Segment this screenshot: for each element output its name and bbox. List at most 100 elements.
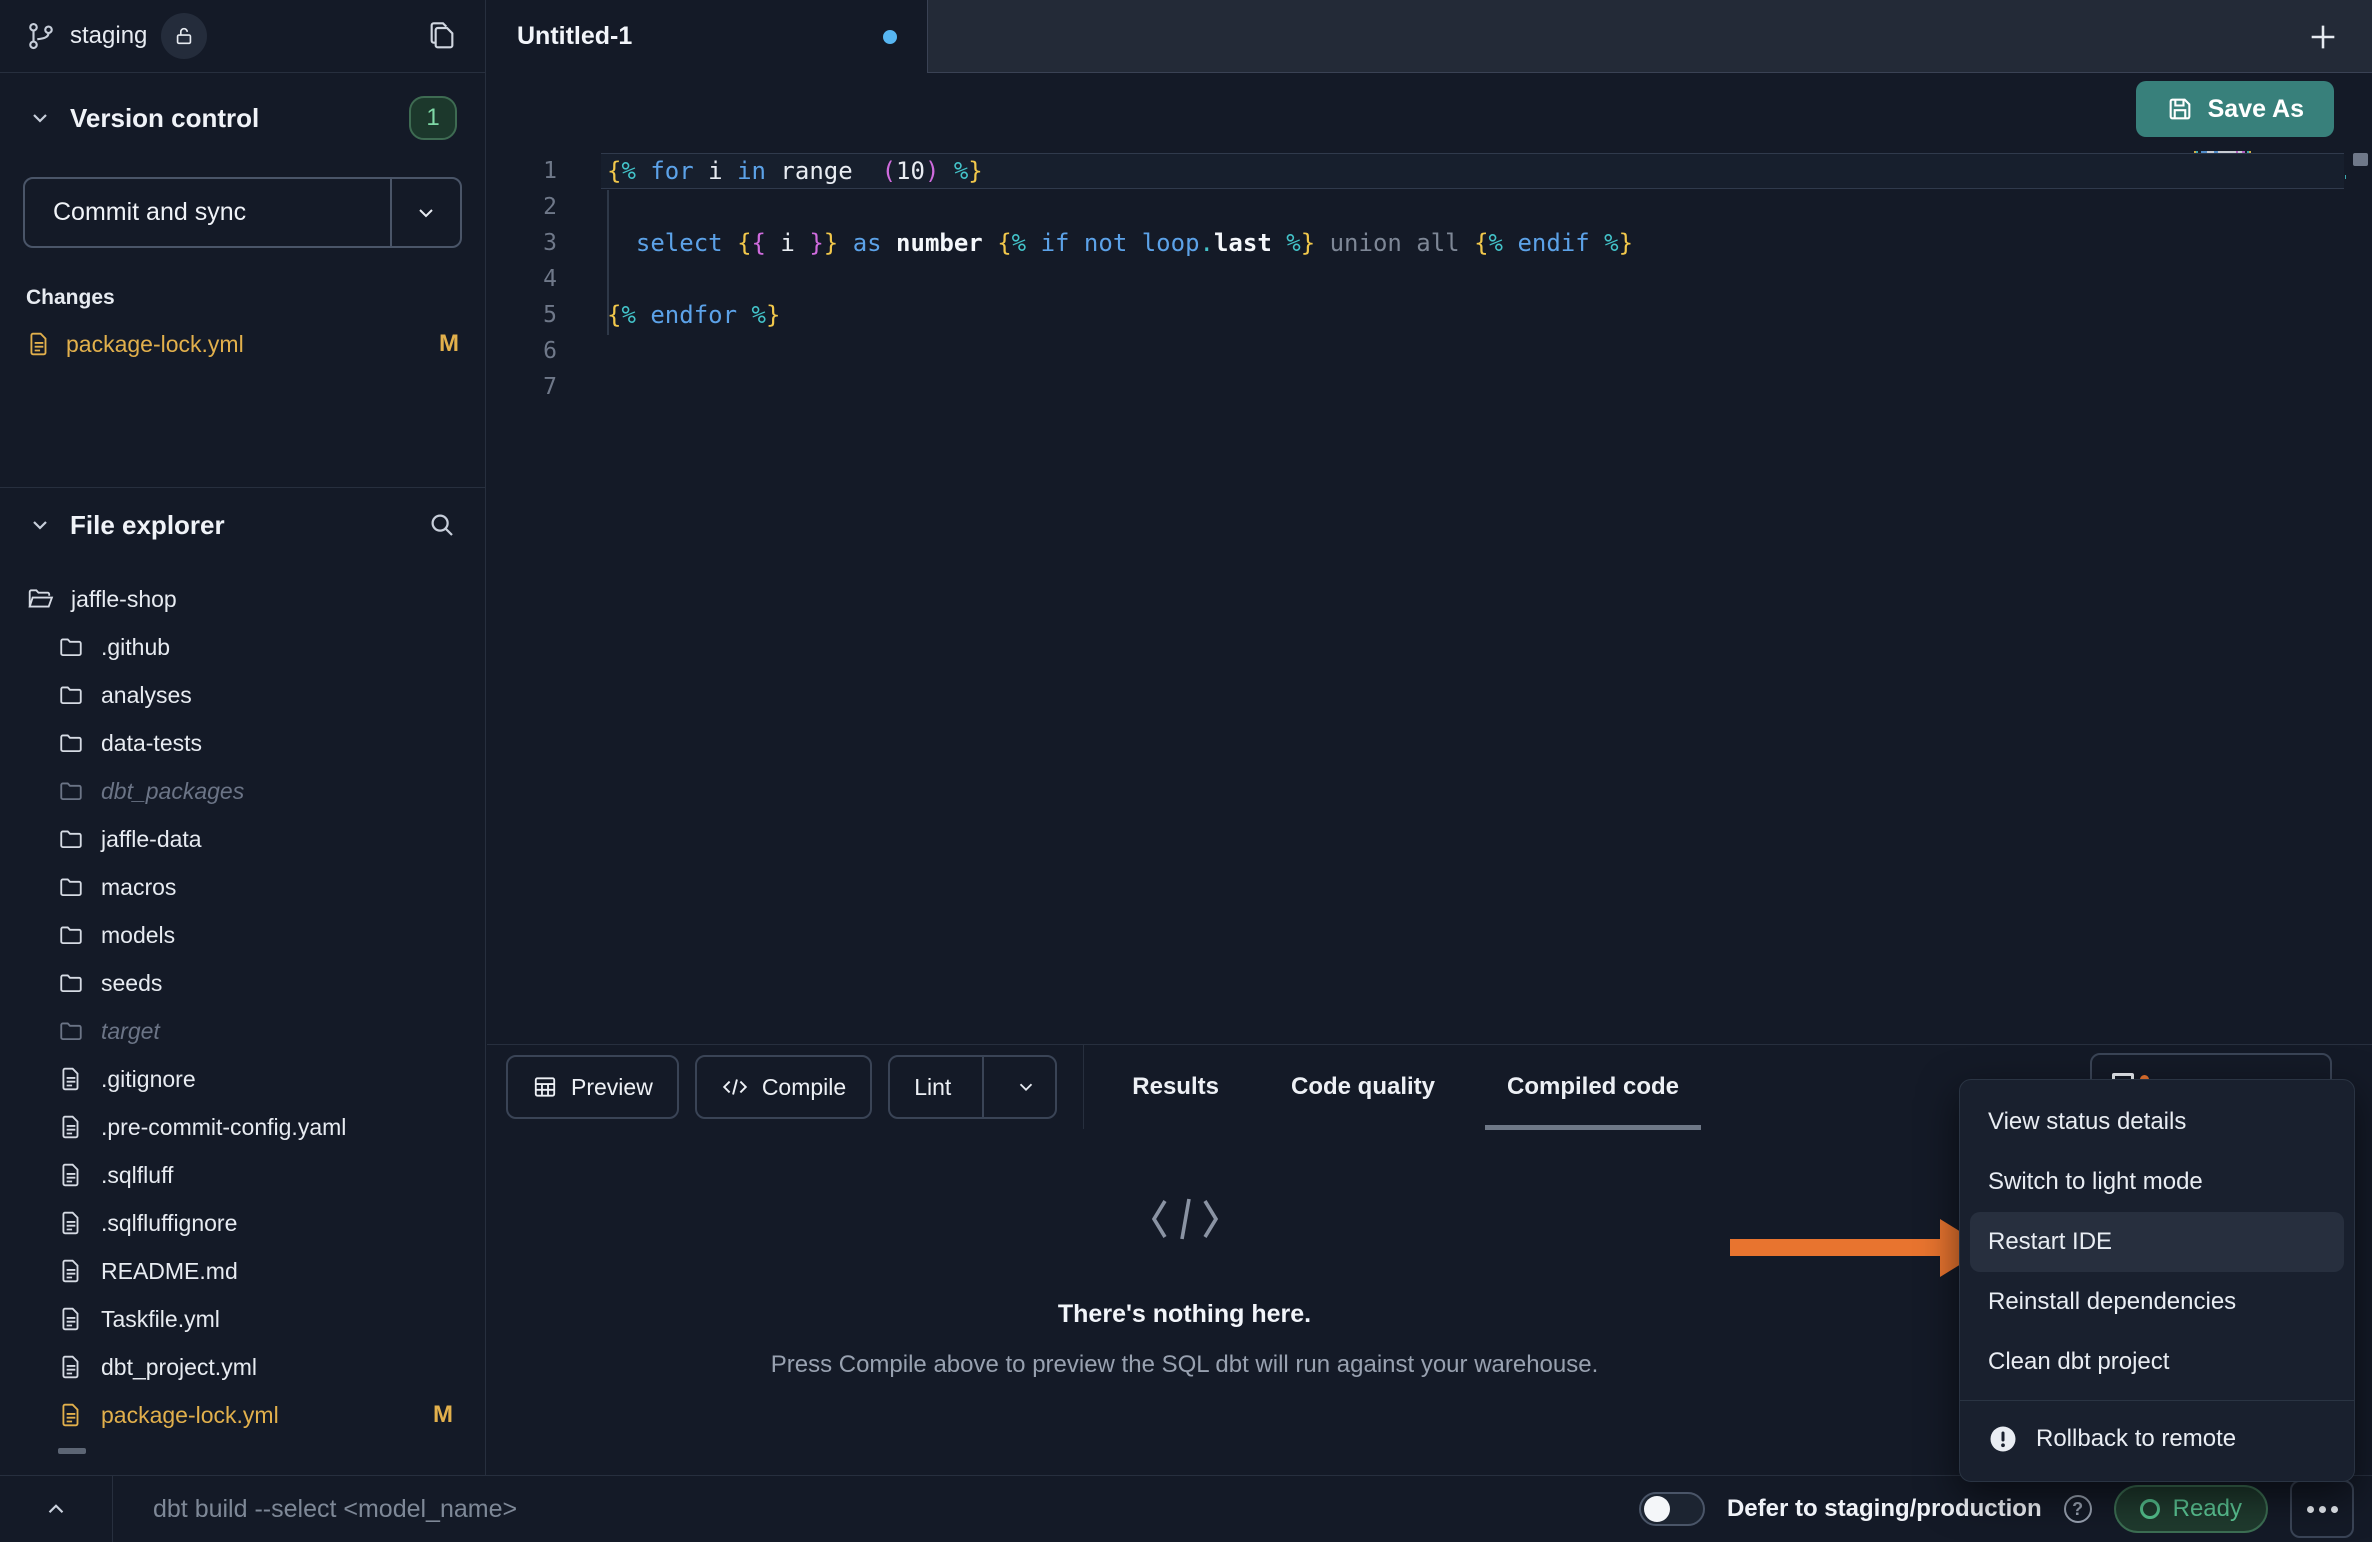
- chevron-down-icon: [414, 201, 438, 225]
- code-line-2[interactable]: 2: [487, 189, 2372, 225]
- code-text: {% for i in range (10) %}: [607, 157, 983, 185]
- lint-options-caret[interactable]: [997, 1076, 1041, 1098]
- tree-folder-jaffle-shop[interactable]: jaffle-shop: [0, 575, 483, 623]
- tree-item-label: models: [101, 922, 175, 949]
- tree-folder-models[interactable]: models: [0, 911, 483, 959]
- ready-label: Ready: [2173, 1495, 2242, 1523]
- status-bar: dbt build --select <model_name> Defer to…: [0, 1475, 2372, 1542]
- sidebar-divider: [0, 487, 485, 488]
- tree-file-Taskfile.yml[interactable]: Taskfile.yml: [0, 1295, 483, 1343]
- lint-button[interactable]: Lint: [888, 1055, 1057, 1119]
- tree-folder-seeds[interactable]: seeds: [0, 959, 483, 1007]
- more-options-button[interactable]: [2290, 1480, 2354, 1538]
- file-icon: [58, 1210, 84, 1236]
- menu-item-label: Clean dbt project: [1988, 1348, 2169, 1376]
- new-tab-button[interactable]: [2300, 14, 2346, 60]
- help-icon[interactable]: ?: [2064, 1495, 2092, 1523]
- scrollbar-thumb[interactable]: [2353, 153, 2368, 166]
- command-input[interactable]: dbt build --select <model_name>: [112, 1476, 1639, 1542]
- status-bar-right: Defer to staging/production ? Ready: [1639, 1480, 2372, 1538]
- code-line-4[interactable]: 4: [487, 261, 2372, 297]
- chevron-down-icon: [28, 106, 52, 130]
- tree-file-.sqlfluff[interactable]: .sqlfluff: [0, 1151, 483, 1199]
- dbt-ide-app: staging Version control 1 Commit and syn…: [0, 0, 2372, 1542]
- folder-icon: [58, 826, 84, 852]
- file-icon: [58, 1066, 84, 1092]
- menu-item-label: Switch to light mode: [1988, 1168, 2203, 1196]
- menu-item-switch-to-light-mode[interactable]: Switch to light mode: [1960, 1152, 2354, 1212]
- line-number: 7: [487, 374, 557, 400]
- tree-folder-dbt_packages[interactable]: dbt_packages: [0, 767, 483, 815]
- folder-icon: [58, 970, 84, 996]
- version-control-header[interactable]: Version control 1: [0, 90, 485, 146]
- editor-tab-bar: Untitled-1: [487, 0, 2372, 73]
- tab-title: Untitled-1: [517, 22, 632, 51]
- menu-item-rollback-to-remote[interactable]: Rollback to remote: [1960, 1409, 2354, 1469]
- preview-button[interactable]: Preview: [506, 1055, 679, 1119]
- alert-icon: [1988, 1424, 2018, 1454]
- tab-untitled-1[interactable]: Untitled-1: [487, 0, 928, 73]
- copy-files-icon[interactable]: [427, 20, 459, 52]
- clipped-tree-row: [58, 1448, 86, 1454]
- defer-toggle[interactable]: [1639, 1492, 1705, 1526]
- changed-file-row[interactable]: package-lock.yml M: [26, 325, 459, 363]
- tree-file-.pre-commit-config.yaml[interactable]: .pre-commit-config.yaml: [0, 1103, 483, 1151]
- tree-item-label: jaffle-data: [101, 826, 202, 853]
- tab-code-quality[interactable]: Code quality: [1291, 1073, 1435, 1101]
- tree-file-dbt_project.yml[interactable]: dbt_project.yml: [0, 1343, 483, 1391]
- code-line-5[interactable]: 5{% endfor %}: [487, 297, 2372, 333]
- annotation-arrow: [1730, 1239, 1942, 1256]
- menu-item-restart-ide[interactable]: Restart IDE: [1970, 1212, 2344, 1272]
- button-divider: [982, 1057, 984, 1117]
- tree-file-.sqlfluffignore[interactable]: .sqlfluffignore: [0, 1199, 483, 1247]
- tree-folder-analyses[interactable]: analyses: [0, 671, 483, 719]
- empty-state-subtitle: Press Compile above to preview the SQL d…: [487, 1351, 1882, 1379]
- code-editor[interactable]: 1 {% for i in range (10) %} 23 select {{ i…: [487, 145, 2372, 1044]
- tree-folder-macros[interactable]: macros: [0, 863, 483, 911]
- code-placeholder-icon: [1149, 1195, 1221, 1243]
- tab-compiled-code[interactable]: Compiled code: [1507, 1073, 1679, 1101]
- line-number: 1: [487, 158, 557, 184]
- tree-folder-.github[interactable]: .github: [0, 623, 483, 671]
- tree-item-label: data-tests: [101, 730, 202, 757]
- code-line-7[interactable]: 7: [487, 369, 2372, 405]
- unsaved-dot-icon: [883, 30, 897, 44]
- file-explorer-header[interactable]: File explorer: [0, 495, 485, 555]
- tree-item-label: jaffle-shop: [71, 586, 177, 613]
- code-line-3[interactable]: 3 select {{ i }} as number {% if not loo…: [487, 225, 2372, 261]
- commit-options-caret[interactable]: [392, 201, 460, 225]
- folder-icon: [58, 682, 84, 708]
- expand-command-bar-button[interactable]: [0, 1476, 112, 1542]
- plus-icon: [2306, 20, 2340, 54]
- ellipsis-icon: [2307, 1506, 2314, 1513]
- tree-item-label: Taskfile.yml: [101, 1306, 220, 1333]
- save-as-button[interactable]: Save As: [2136, 81, 2334, 137]
- branch-name: staging: [70, 22, 147, 50]
- ready-status-badge[interactable]: Ready: [2114, 1485, 2268, 1533]
- tab-results[interactable]: Results: [1132, 1073, 1219, 1101]
- file-search-icon[interactable]: [427, 510, 457, 540]
- code-line-6[interactable]: 6: [487, 333, 2372, 369]
- save-as-label: Save As: [2208, 95, 2304, 124]
- file-icon: [58, 1114, 84, 1140]
- chevron-down-icon: [1015, 1076, 1037, 1098]
- menu-item-reinstall-dependencies[interactable]: Reinstall dependencies: [1960, 1272, 2354, 1332]
- chevron-down-icon: [28, 513, 52, 537]
- modified-status-badge: M: [439, 330, 459, 358]
- menu-item-view-status-details[interactable]: View status details: [1960, 1092, 2354, 1152]
- tree-file-package-lock.yml[interactable]: package-lock.ymlM: [0, 1391, 483, 1439]
- tree-item-label: analyses: [101, 682, 192, 709]
- code-line-1[interactable]: 1 {% for i in range (10) %}: [487, 153, 2372, 189]
- editor-toolbar: Save As: [487, 73, 2372, 145]
- tree-file-README.md[interactable]: README.md: [0, 1247, 483, 1295]
- code-text: select {{ i }} as number {% if not loop.…: [607, 229, 1633, 257]
- tree-folder-jaffle-data[interactable]: jaffle-data: [0, 815, 483, 863]
- menu-item-clean-dbt-project[interactable]: Clean dbt project: [1960, 1332, 2354, 1392]
- folder-icon: [58, 778, 84, 804]
- compile-button[interactable]: Compile: [695, 1055, 872, 1119]
- folder-icon: [58, 874, 84, 900]
- tree-file-.gitignore[interactable]: .gitignore: [0, 1055, 483, 1103]
- tree-folder-data-tests[interactable]: data-tests: [0, 719, 483, 767]
- tree-folder-target[interactable]: target: [0, 1007, 483, 1055]
- commit-and-sync-button[interactable]: Commit and sync: [23, 177, 462, 248]
